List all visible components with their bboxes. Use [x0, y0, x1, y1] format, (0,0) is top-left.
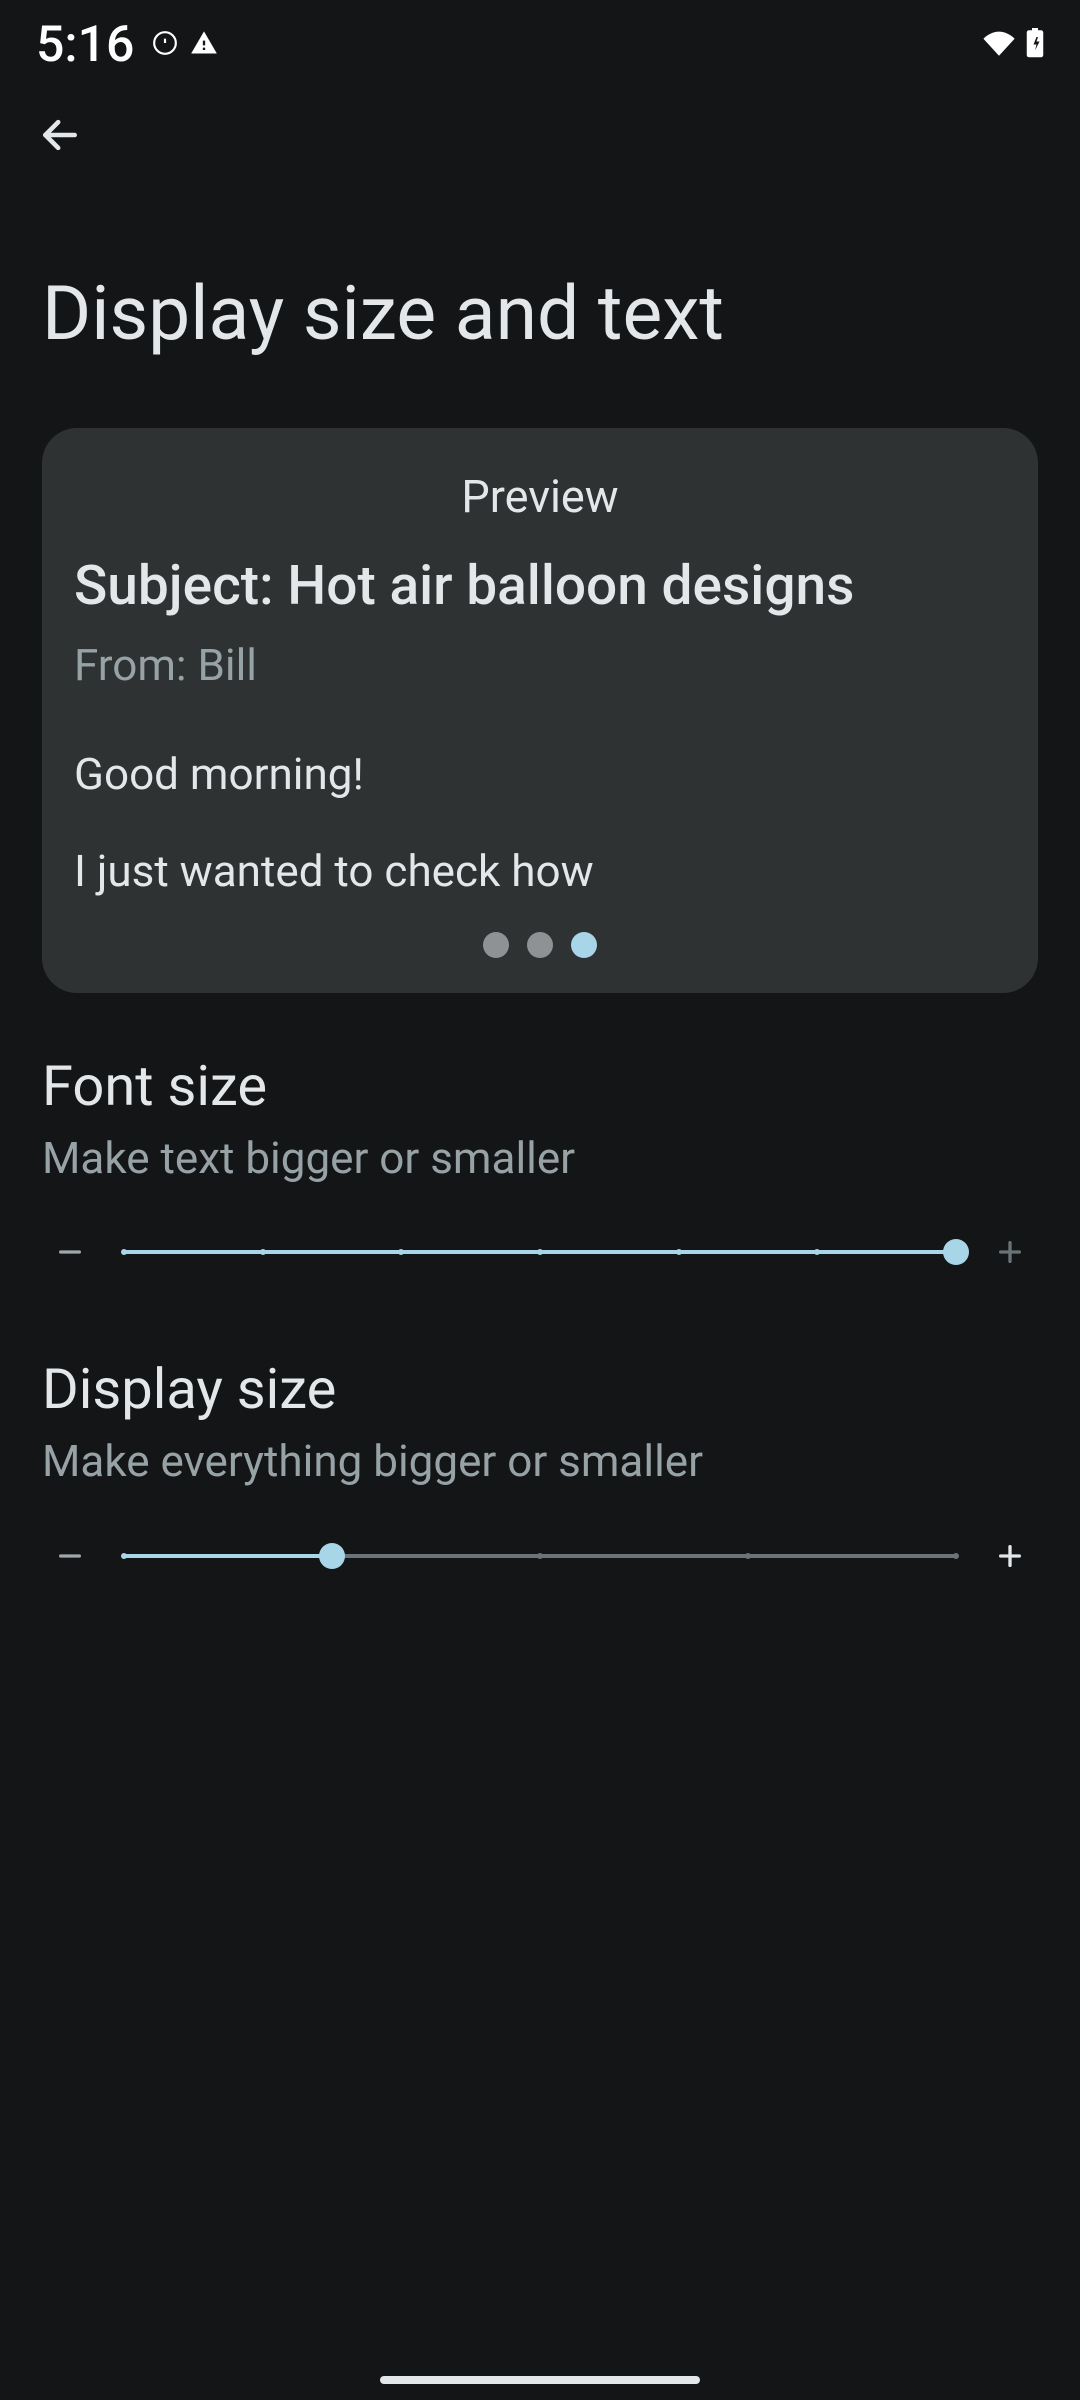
- back-button[interactable]: [36, 111, 84, 159]
- display-size-subtitle: Make everything bigger or smaller: [42, 1432, 1038, 1491]
- status-icons-left: [152, 29, 218, 61]
- display-size-slider[interactable]: [124, 1536, 956, 1576]
- display-size-slider-row: [42, 1532, 1038, 1580]
- app-bar: [0, 80, 1080, 190]
- pagination-dot-1[interactable]: [483, 932, 509, 958]
- pagination-dot-2[interactable]: [527, 932, 553, 958]
- wifi-icon: [982, 30, 1016, 60]
- preview-body: I just wanted to check how: [74, 823, 1006, 920]
- navigation-handle[interactable]: [380, 2376, 700, 2384]
- status-time: 5:16: [36, 16, 134, 74]
- preview-from: From: Bill: [74, 639, 1006, 691]
- preview-title: Preview: [74, 470, 1006, 523]
- font-size-slider-thumb[interactable]: [943, 1239, 969, 1265]
- battery-icon: [1026, 28, 1044, 62]
- font-size-increase-button[interactable]: [986, 1228, 1034, 1276]
- warning-icon: [190, 29, 218, 61]
- preview-card[interactable]: Preview Subject: Hot air balloon designs…: [42, 428, 1038, 993]
- page-title: Display size and text: [0, 190, 1080, 408]
- status-right: [982, 28, 1044, 62]
- status-left: 5:16: [36, 16, 218, 74]
- preview-subject: Subject: Hot air balloon designs: [74, 553, 1006, 619]
- font-size-title: Font size: [42, 1053, 1038, 1119]
- font-size-subtitle: Make text bigger or smaller: [42, 1129, 1038, 1188]
- pagination-dots: [483, 932, 597, 958]
- status-bar: 5:16: [0, 0, 1080, 80]
- minus-icon: [54, 1236, 86, 1268]
- pagination-dot-3[interactable]: [571, 932, 597, 958]
- font-size-section: Font size Make text bigger or smaller: [0, 1013, 1080, 1276]
- display-size-decrease-button[interactable]: [46, 1532, 94, 1580]
- minus-icon: [54, 1540, 86, 1572]
- display-size-slider-thumb[interactable]: [319, 1543, 345, 1569]
- font-size-slider-row: [42, 1228, 1038, 1276]
- arrow-left-icon: [38, 113, 82, 157]
- display-size-section: Display size Make everything bigger or s…: [0, 1316, 1080, 1579]
- font-size-decrease-button[interactable]: [46, 1228, 94, 1276]
- do-not-disturb-icon: [152, 30, 178, 60]
- plus-icon: [994, 1236, 1026, 1268]
- display-size-increase-button[interactable]: [986, 1532, 1034, 1580]
- plus-icon: [994, 1540, 1026, 1572]
- display-size-title: Display size: [42, 1356, 1038, 1422]
- preview-greeting: Good morning!: [74, 726, 1006, 823]
- font-size-slider[interactable]: [124, 1232, 956, 1272]
